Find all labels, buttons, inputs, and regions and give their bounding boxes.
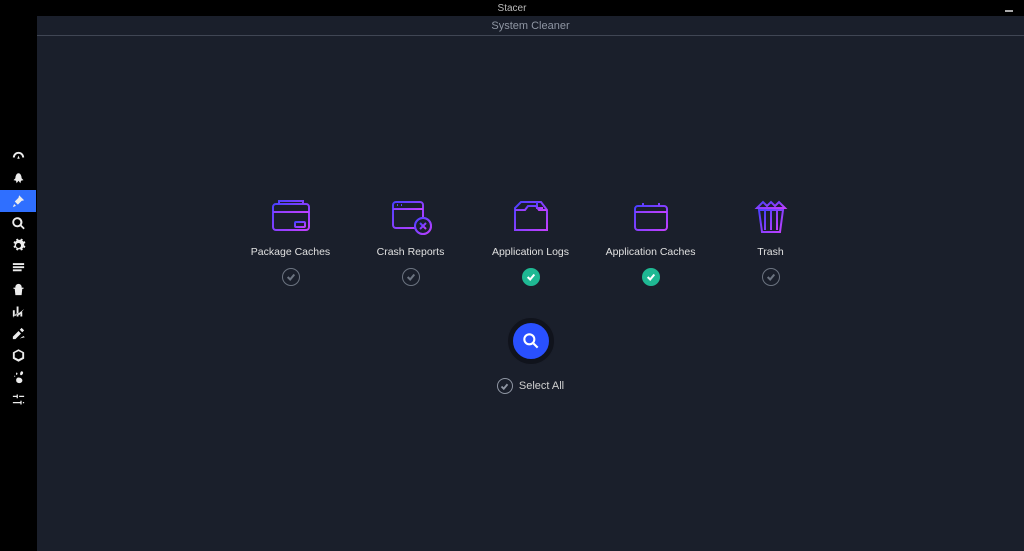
category-application-caches: Application Caches bbox=[607, 196, 695, 286]
category-package-caches: Package Caches bbox=[247, 196, 335, 286]
window-minimize-button[interactable] bbox=[1002, 0, 1016, 14]
window-title: Stacer bbox=[498, 3, 527, 14]
resources-icon bbox=[11, 304, 26, 319]
apt-icon bbox=[11, 348, 26, 363]
cleaner-icon bbox=[11, 194, 26, 209]
sidebar-item-startup[interactable] bbox=[0, 168, 36, 190]
select-all-label: Select All bbox=[519, 380, 564, 392]
category-crash-reports: Crash Reports bbox=[367, 196, 455, 286]
category-label: Package Caches bbox=[251, 246, 330, 258]
category-checkbox-crash-reports[interactable] bbox=[402, 268, 420, 286]
application-caches-icon bbox=[627, 196, 675, 236]
sidebar-item-settings[interactable] bbox=[0, 388, 36, 410]
search-icon bbox=[11, 216, 26, 231]
sidebar-item-dashboard[interactable] bbox=[0, 146, 36, 168]
category-label: Crash Reports bbox=[377, 246, 445, 258]
sidebar-item-gnome[interactable] bbox=[0, 366, 36, 388]
helpers-icon bbox=[11, 326, 26, 341]
scan-row: Select All bbox=[497, 318, 564, 394]
sidebar-item-search[interactable] bbox=[0, 212, 36, 234]
trash-icon bbox=[747, 196, 795, 236]
page-title: System Cleaner bbox=[37, 16, 1024, 36]
processes-icon bbox=[11, 260, 26, 275]
category-checkbox-application-caches[interactable] bbox=[642, 268, 660, 286]
scan-button[interactable] bbox=[508, 318, 554, 364]
services-gear-icon bbox=[11, 238, 26, 253]
select-all-check-icon bbox=[497, 378, 513, 394]
category-label: Application Caches bbox=[606, 246, 696, 258]
category-checkbox-package-caches[interactable] bbox=[282, 268, 300, 286]
sidebar-item-helpers[interactable] bbox=[0, 322, 36, 344]
settings-sliders-icon bbox=[11, 392, 26, 407]
startup-icon bbox=[11, 172, 26, 187]
window-titlebar: Stacer bbox=[0, 0, 1024, 16]
main-panel: System Cleaner bbox=[36, 16, 1024, 551]
category-checkbox-application-logs[interactable] bbox=[522, 268, 540, 286]
sidebar-item-processes[interactable] bbox=[0, 256, 36, 278]
sidebar-item-resources[interactable] bbox=[0, 300, 36, 322]
sidebar-item-apt[interactable] bbox=[0, 344, 36, 366]
sidebar-item-cleaner[interactable] bbox=[0, 190, 36, 212]
sidebar-item-uninstaller[interactable] bbox=[0, 278, 36, 300]
dashboard-icon bbox=[11, 150, 26, 165]
cleaner-content: Package Caches bbox=[37, 36, 1024, 551]
package-caches-icon bbox=[267, 196, 315, 236]
category-application-logs: Application Logs bbox=[487, 196, 575, 286]
category-label: Trash bbox=[757, 246, 783, 258]
category-checkbox-trash[interactable] bbox=[762, 268, 780, 286]
magnifier-icon bbox=[521, 331, 541, 351]
category-label: Application Logs bbox=[492, 246, 569, 258]
gnome-icon bbox=[11, 370, 26, 385]
crash-reports-icon bbox=[387, 196, 435, 236]
category-row: Package Caches bbox=[247, 196, 815, 286]
application-logs-icon bbox=[507, 196, 555, 236]
sidebar-item-services[interactable] bbox=[0, 234, 36, 256]
sidebar bbox=[0, 16, 36, 551]
uninstaller-icon bbox=[11, 282, 26, 297]
category-trash: Trash bbox=[727, 196, 815, 286]
select-all-toggle[interactable]: Select All bbox=[497, 378, 564, 394]
